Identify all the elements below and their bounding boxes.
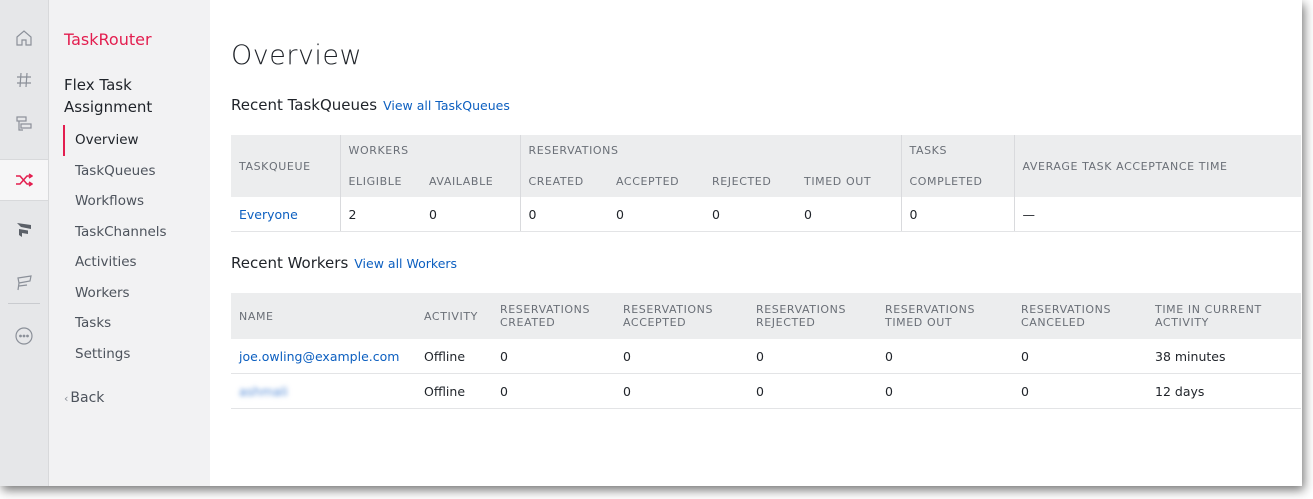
main-content: Overview Recent TaskQueues View all TaskQ… [211, 0, 1302, 486]
nav-item-activities[interactable]: Activities [63, 247, 167, 278]
group-reservations: RESERVATIONS [519, 135, 901, 166]
queues-title: Recent TaskQueues [231, 96, 378, 114]
cell-res-timed-out: 0 [877, 373, 1013, 409]
cell-res-created: 0 [492, 373, 615, 409]
queue-link[interactable]: Everyone [239, 207, 298, 222]
hash-icon[interactable] [0, 60, 48, 100]
flex-icon[interactable] [0, 210, 48, 250]
cell-available: 0 [421, 197, 520, 232]
col-avg-time[interactable]: AVERAGE TASK ACCEPTANCE TIME [1013, 135, 1301, 197]
app-window: TaskRouter Flex Task Assignment Overview… [0, 0, 1302, 486]
col-available[interactable]: AVAILABLE [421, 166, 520, 197]
col-created[interactable]: CREATED [519, 166, 608, 197]
cell-time: 12 days [1147, 373, 1301, 409]
icon-rail [0, 0, 49, 486]
product-title[interactable]: TaskRouter [64, 30, 152, 49]
col-res-rejected[interactable]: RESERVATIONS REJECTED [748, 293, 877, 339]
col-time-in-activity[interactable]: TIME IN CURRENT ACTIVITY [1147, 293, 1301, 339]
nav-item-settings[interactable]: Settings [63, 339, 167, 370]
cell-avg-time: — [1013, 197, 1301, 232]
group-workers: WORKERS [339, 135, 520, 166]
cell-res-rejected: 0 [748, 339, 877, 374]
col-activity[interactable]: ACTIVITY [416, 293, 492, 339]
workers-title: Recent Workers [231, 254, 349, 272]
studio-icon[interactable] [0, 104, 48, 144]
nav-list: Overview TaskQueues Workflows TaskChanne… [63, 125, 167, 369]
cell-activity: Offline [416, 339, 492, 374]
worker-name[interactable]: ashmali [231, 373, 416, 409]
page-title: Overview [231, 40, 363, 71]
cell-accepted: 0 [608, 197, 704, 232]
col-name[interactable]: NAME [231, 293, 416, 339]
back-label: Back [70, 390, 105, 406]
col-rejected[interactable]: REJECTED [704, 166, 796, 197]
col-completed[interactable]: COMPLETED [900, 166, 1014, 197]
back-link[interactable]: ‹ Back [64, 390, 104, 406]
view-all-queues-link[interactable]: View all TaskQueues [383, 98, 510, 113]
col-accepted[interactable]: ACCEPTED [608, 166, 704, 197]
nav-item-tasks[interactable]: Tasks [63, 308, 167, 339]
table-row[interactable]: joe.owling@example.com Offline 0 0 0 0 0… [231, 339, 1301, 374]
cell-rejected: 0 [704, 197, 796, 232]
nav-item-overview[interactable]: Overview [63, 125, 167, 156]
workspace-name: Flex Task Assignment [64, 76, 153, 116]
worker-name[interactable]: joe.owling@example.com [231, 339, 416, 374]
taskqueues-table: TASKQUEUE WORKERS RESERVATIONS TASKS AVE… [231, 135, 1301, 232]
cell-res-timed-out: 0 [877, 339, 1013, 374]
functions-icon[interactable] [0, 263, 48, 303]
col-timed-out[interactable]: TIMED OUT [796, 166, 901, 197]
cell-res-accepted: 0 [615, 339, 748, 374]
col-res-accepted[interactable]: RESERVATIONS ACCEPTED [615, 293, 748, 339]
worker-link[interactable]: ashmali [239, 384, 288, 399]
nav-item-workers[interactable]: Workers [63, 278, 167, 309]
group-tasks: TASKS [900, 135, 1014, 166]
cell-res-canceled: 0 [1013, 339, 1147, 374]
queue-name[interactable]: Everyone [231, 197, 340, 232]
cell-res-created: 0 [492, 339, 615, 374]
queues-heading: Recent TaskQueues View all TaskQueues [231, 96, 510, 114]
product-nav: TaskRouter Flex Task Assignment Overview… [49, 0, 210, 486]
cell-timed-out: 0 [796, 197, 901, 232]
table-row[interactable]: Everyone 2 0 0 0 0 0 0 — [231, 197, 1301, 232]
cell-res-rejected: 0 [748, 373, 877, 409]
cell-res-accepted: 0 [615, 373, 748, 409]
col-eligible[interactable]: ELIGIBLE [339, 166, 421, 197]
table-row[interactable]: ashmali Offline 0 0 0 0 0 12 days [231, 373, 1301, 409]
cell-eligible: 2 [339, 197, 421, 232]
chevron-left-icon: ‹ [64, 392, 69, 405]
more-icon[interactable] [0, 316, 48, 356]
taskrouter-icon[interactable] [0, 159, 48, 201]
nav-item-workflows[interactable]: Workflows [63, 186, 167, 217]
view-all-workers-link[interactable]: View all Workers [354, 256, 457, 271]
cell-created: 0 [519, 197, 608, 232]
nav-item-taskchannels[interactable]: TaskChannels [63, 217, 167, 248]
col-taskqueue[interactable]: TASKQUEUE [231, 135, 340, 197]
home-icon[interactable] [0, 18, 48, 58]
cell-res-canceled: 0 [1013, 373, 1147, 409]
workers-table: NAME ACTIVITY RESERVATIONS CREATED RESER… [231, 293, 1301, 409]
workers-heading: Recent Workers View all Workers [231, 254, 457, 272]
cell-completed: 0 [900, 197, 1014, 232]
col-res-created[interactable]: RESERVATIONS CREATED [492, 293, 615, 339]
nav-item-taskqueues[interactable]: TaskQueues [63, 156, 167, 187]
cell-activity: Offline [416, 373, 492, 409]
col-res-timed-out[interactable]: RESERVATIONS TIMED OUT [877, 293, 1013, 339]
cell-time: 38 minutes [1147, 339, 1301, 374]
rail-divider [8, 303, 40, 304]
worker-link[interactable]: joe.owling@example.com [239, 349, 399, 364]
col-res-canceled[interactable]: RESERVATIONS CANCELED [1013, 293, 1147, 339]
